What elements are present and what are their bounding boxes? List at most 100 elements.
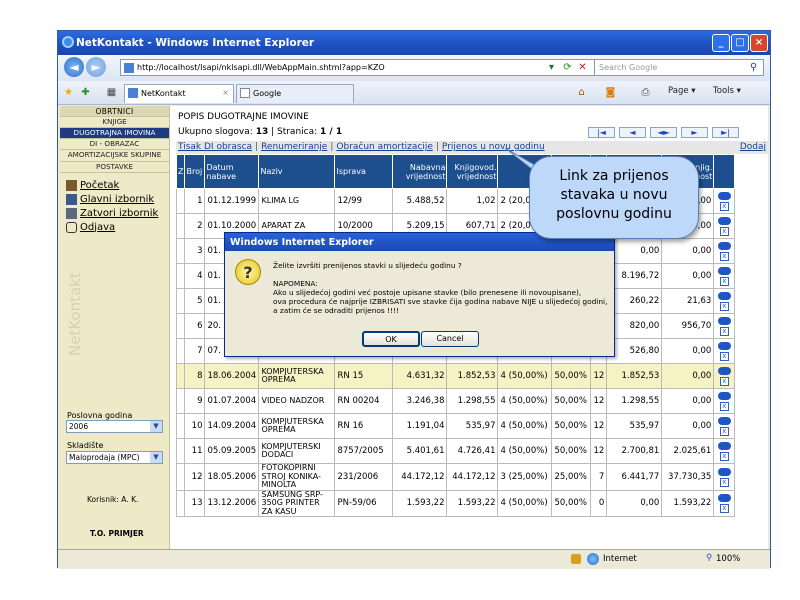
delete-icon[interactable]: x (719, 302, 729, 311)
table-cell: 535,97 (606, 413, 663, 439)
table-row[interactable]: 12 18.05.2006 FOTOKOPIRNI STROJ KONIKA-MIN… (175, 463, 736, 491)
sidebar-item-di-obrazac[interactable]: DI - OBRAZAC (60, 139, 169, 150)
print-icon[interactable]: ⎙ (638, 85, 653, 100)
edit-icon[interactable] (717, 417, 731, 425)
table-row[interactable]: 13 13.12.2006 SAMSUNG SRP-350G PRINTER ZA … (175, 489, 736, 517)
row-actions: x (713, 489, 736, 517)
ok-button[interactable]: OK (362, 331, 420, 347)
delete-icon[interactable]: x (719, 477, 729, 487)
table-cell: 44.172,12 (392, 463, 448, 491)
store-select[interactable]: Maloprodaja (MPC) ▼ (66, 451, 163, 464)
first-page-button[interactable]: |◄ (588, 127, 615, 138)
table-cell: 12 (590, 438, 608, 464)
link-obracun-amortizacije[interactable]: Obračun amortizacije (336, 142, 432, 152)
table-cell: 50,00% (551, 438, 592, 464)
delete-icon[interactable]: x (719, 352, 729, 361)
table-cell: 1.593,22 (661, 489, 715, 517)
link-glavni-izbornik[interactable]: Glavni izbornik (66, 193, 169, 205)
delete-icon[interactable]: x (719, 427, 729, 436)
table-row[interactable]: 9 01.07.2004 VIDEO NADZOR RN 00204 3.246,38 1… (175, 388, 736, 414)
edit-icon[interactable] (717, 494, 731, 503)
user-label: Korisnik: A. K. (87, 495, 139, 504)
edit-icon[interactable] (717, 392, 731, 400)
table-cell: 3 (184, 238, 206, 264)
favorites-star-icon[interactable]: ★ (61, 85, 76, 100)
close-button[interactable]: × (750, 34, 768, 52)
close-tab-icon[interactable]: × (222, 88, 229, 97)
refresh-icon[interactable]: ⟳ (560, 60, 575, 75)
edit-icon[interactable] (717, 217, 731, 225)
link-zatvori-izbornik[interactable]: Zatvori izbornik (66, 207, 169, 219)
link-odjava[interactable]: Odjava (66, 221, 169, 233)
tab-netkontakt[interactable]: NetKontakt × (124, 84, 234, 103)
col-isprava: Isprava (334, 154, 394, 189)
last-page-button[interactable]: ►| (712, 127, 739, 138)
search-input[interactable]: Search Google (594, 59, 764, 76)
sidebar-item-postavke[interactable]: POSTAVKE (60, 162, 169, 173)
prev-page-button[interactable]: ◄ (619, 127, 646, 138)
table-cell: 2.025,61 (661, 438, 715, 464)
cancel-button[interactable]: Cancel (421, 331, 479, 347)
edit-icon[interactable] (717, 467, 731, 476)
table-cell: 25,00% (551, 463, 592, 491)
edit-icon[interactable] (717, 442, 731, 450)
delete-icon[interactable]: x (719, 377, 729, 386)
go-icon[interactable]: ▾ (544, 60, 559, 75)
link-prijenos-u-novu-godinu[interactable]: Prijenos u novu godinu (442, 142, 545, 152)
link-renumeriranje[interactable]: Renumeriranje (261, 142, 327, 152)
table-cell: 4.631,32 (392, 363, 448, 389)
sidebar-item-amortizacijske-skupine[interactable]: AMORTIZACIJSKE SKUPINE (60, 150, 169, 162)
delete-icon[interactable]: x (719, 277, 729, 286)
delete-icon[interactable]: x (719, 452, 729, 461)
zoom-icon[interactable]: ⚲ (706, 553, 712, 563)
edit-icon[interactable] (717, 242, 731, 250)
table-cell: 820,00 (606, 313, 663, 339)
page-menu[interactable]: Page ▾ (668, 86, 696, 96)
delete-icon[interactable]: x (719, 227, 729, 236)
tab-google[interactable]: Google (236, 84, 354, 103)
feeds-icon[interactable]: ◙ (603, 85, 618, 100)
goto-page-button[interactable]: ◄► (650, 127, 677, 138)
link-tisak-di-obrasca[interactable]: Tisak DI obrasca (178, 142, 252, 152)
home-icon[interactable]: ⌂ (574, 85, 589, 100)
sidebar-item-dugotrajna-imovina[interactable]: DUGOTRAJNA IMOVINA (60, 128, 169, 139)
edit-icon[interactable] (717, 317, 731, 325)
table-row[interactable]: 8 18.06.2004 KOMPJUTERSKA OPREMA RN 15 4.631… (175, 363, 736, 389)
delete-icon[interactable]: x (719, 252, 729, 261)
edit-icon[interactable] (717, 192, 731, 200)
search-icon[interactable]: ⚲ (746, 60, 761, 75)
zone-label: Internet (603, 554, 637, 564)
table-cell: 12 (590, 413, 608, 439)
edit-icon[interactable] (717, 267, 731, 275)
delete-icon[interactable]: x (719, 504, 729, 514)
table-cell: 18.06.2004 (204, 363, 260, 389)
minimize-button[interactable]: _ (712, 34, 730, 52)
company-name: T.O. PRIMJER (90, 529, 144, 538)
zoom-level[interactable]: 100% (716, 554, 740, 564)
quick-tabs-icon[interactable]: ▦ (104, 85, 119, 100)
sidebar-item-knjige[interactable]: KNJIGE (60, 117, 169, 128)
table-row[interactable]: 11 05.09.2005 KOMPJUTERSKI DODACI 8757/2005… (175, 438, 736, 464)
action-links: Tisak DI obrasca | Renumeriranje | Obračun a… (176, 141, 768, 154)
year-select[interactable]: 2006 ▼ (66, 420, 163, 433)
col-z: Z (175, 154, 186, 189)
edit-icon[interactable] (717, 292, 731, 300)
back-button[interactable]: ◄ (64, 57, 84, 77)
url-field[interactable]: http://localhost/Isapi/nklsapi.dll/WebAp… (120, 59, 596, 76)
delete-icon[interactable]: x (719, 202, 729, 211)
next-page-button[interactable]: ► (681, 127, 708, 138)
edit-icon[interactable] (717, 342, 731, 350)
stop-icon[interactable]: ✕ (575, 60, 590, 75)
table-row[interactable]: 10 14.09.2004 KOMPJUTERSKA OPREMA RN 16 1.19… (175, 413, 736, 439)
delete-icon[interactable]: x (719, 402, 729, 411)
forward-button[interactable]: ► (86, 57, 106, 77)
maximize-button[interactable]: □ (731, 34, 749, 52)
link-pocetak[interactable]: Početak (66, 179, 169, 191)
link-dodaj[interactable]: Dodaj (740, 142, 766, 152)
table-cell: 4 (50,00%) (497, 489, 553, 517)
delete-icon[interactable]: x (719, 327, 729, 336)
store-label: Skladište (67, 441, 104, 450)
add-favorites-icon[interactable]: ✚ (78, 85, 93, 100)
edit-icon[interactable] (717, 367, 731, 375)
tools-menu[interactable]: Tools ▾ (713, 86, 741, 96)
